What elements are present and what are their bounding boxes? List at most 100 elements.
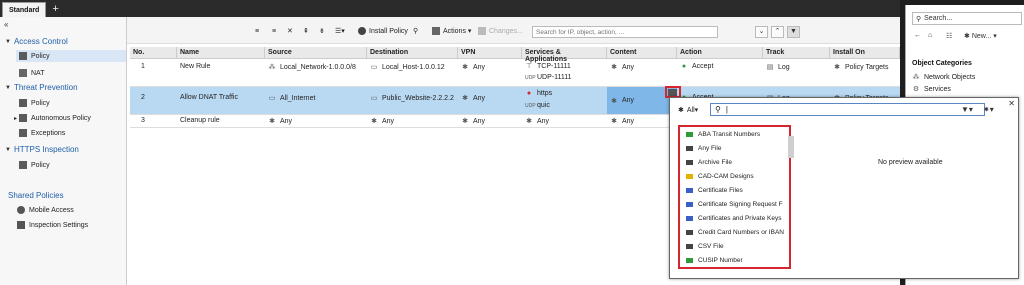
category-network-objects[interactable]: ⁂ Network Objects: [912, 73, 976, 82]
content-search-input[interactable]: ⚲ |: [710, 103, 985, 116]
section-https-inspection[interactable]: ▼ HTTPS Inspection: [5, 145, 79, 154]
section-menu-icon[interactable]: ☰▾: [335, 26, 345, 36]
gear-icon: [17, 206, 25, 214]
close-icon[interactable]: ✕: [1008, 99, 1015, 108]
search-down-button[interactable]: ⌄: [755, 26, 768, 38]
search-caret: |: [725, 105, 728, 114]
rule-service-1[interactable]: ● https: [525, 90, 552, 97]
rule-name[interactable]: Allow DNAT Traffic: [180, 94, 238, 101]
rule-vpn[interactable]: ✱ Any: [461, 63, 485, 72]
rulebase-search-input[interactable]: [532, 26, 718, 38]
collapse-icon[interactable]: «: [4, 20, 8, 29]
col-header-destination[interactable]: Destination: [367, 47, 458, 59]
table-row[interactable]: 1 New Rule ⁂ Local_Network-1.0.0.0/8 ▭ L…: [130, 59, 900, 87]
sidebar-item-mobile-access[interactable]: Mobile Access: [17, 206, 74, 214]
col-header-services[interactable]: Services & Applications: [522, 47, 607, 63]
section-label: HTTPS Inspection: [13, 145, 79, 154]
rule-destination[interactable]: ▭ Local_Host-1.0.0.12: [370, 63, 445, 72]
rule-content[interactable]: ✱ Any: [610, 63, 634, 72]
move-bottom-icon[interactable]: ⇟: [319, 26, 325, 36]
rule-service-label: Any: [537, 117, 550, 125]
rule-source[interactable]: ⁂ Local_Network-1.0.0.0/8: [268, 63, 356, 72]
filter-all-dropdown[interactable]: ✱ All ▾: [678, 106, 698, 115]
delete-icon[interactable]: ✕: [287, 26, 293, 36]
changes-button[interactable]: Changes...: [478, 26, 523, 36]
rule-track[interactable]: ▤ Log: [766, 63, 790, 72]
search-up-button[interactable]: ⌃: [771, 26, 784, 38]
new-label: New...: [971, 33, 992, 40]
list-item[interactable]: Certificates and Private Keys: [686, 215, 796, 222]
section-threat-prevention[interactable]: ▼ Threat Prevention: [5, 83, 78, 92]
filter-all-label: All: [686, 106, 695, 114]
rule-destination[interactable]: ▭ Public_Website-2.2.2.2: [370, 94, 454, 103]
list-scrollbar[interactable]: [788, 136, 794, 158]
col-header-name[interactable]: Name: [177, 47, 265, 59]
list-item[interactable]: CUSIP Number: [686, 257, 796, 264]
udp-icon: UDP: [525, 74, 536, 81]
sidebar-item-label: Autonomous Policy: [31, 114, 91, 122]
rule-name[interactable]: New Rule: [180, 63, 210, 70]
new-item-icon[interactable]: ✷▾: [983, 105, 994, 114]
sidebar-item-inspection-settings[interactable]: Inspection Settings: [17, 221, 88, 229]
rule-destination[interactable]: ✱ Any: [370, 117, 394, 126]
tab-standard[interactable]: Standard: [2, 2, 47, 17]
rule-track-label: Log: [778, 63, 790, 71]
section-access-control[interactable]: ▼ Access Control: [5, 37, 68, 46]
col-header-content[interactable]: Content: [607, 47, 677, 59]
actions-icon: [432, 27, 440, 35]
services-icon: ⚙: [912, 86, 920, 93]
list-item[interactable]: Any File: [686, 145, 796, 152]
rule-vpn[interactable]: ✱ Any: [461, 94, 485, 103]
back-icon[interactable]: ←: [914, 32, 921, 39]
rule-name[interactable]: Cleanup rule: [180, 117, 220, 124]
sidebar-item-exceptions[interactable]: Exceptions: [19, 129, 65, 137]
chevron-right-icon: ▸: [14, 115, 18, 122]
rule-source[interactable]: ✱ Any: [268, 117, 292, 126]
col-header-no[interactable]: No.: [130, 47, 177, 59]
sidebar-item-https-policy[interactable]: Policy: [19, 161, 50, 169]
add-tab-button[interactable]: +: [46, 2, 64, 17]
new-object-button[interactable]: ✱ New... ▾: [964, 32, 997, 40]
sidebar-item-autonomous-policy[interactable]: ▸ Autonomous Policy: [14, 114, 91, 122]
rule-service-1[interactable]: ⊤ TCP-11111: [525, 62, 571, 71]
object-search-input[interactable]: ⚲ Search...: [912, 12, 1022, 25]
col-header-track[interactable]: Track: [763, 47, 830, 59]
rule-service-1[interactable]: ✱ Any: [525, 117, 550, 126]
rule-install-on[interactable]: ✱ Policy Targets: [833, 63, 889, 72]
col-header-install-on[interactable]: Install On: [830, 47, 900, 59]
list-item[interactable]: CSV File: [686, 243, 796, 250]
home-icon[interactable]: ⌂: [928, 32, 932, 39]
filter-button[interactable]: ▼: [787, 26, 800, 38]
category-services[interactable]: ⚙ Services: [912, 85, 951, 94]
list-item[interactable]: Archive File: [686, 159, 796, 166]
sidebar-item-threat-policy[interactable]: Policy: [19, 99, 50, 107]
list-view-icon[interactable]: ☷: [946, 32, 952, 40]
https-icon: ●: [526, 90, 532, 97]
rule-source[interactable]: ▭ All_Internet: [268, 94, 316, 103]
list-item[interactable]: Certificate Signing Request F: [686, 201, 796, 208]
list-item[interactable]: Certificate Files: [686, 187, 796, 194]
add-rule-below-icon[interactable]: ≡: [272, 26, 276, 36]
actions-button[interactable]: Actions ▾: [432, 26, 471, 36]
move-top-icon[interactable]: ⇞: [303, 26, 309, 36]
rule-content[interactable]: ✱ Any: [610, 117, 634, 126]
data-type-icon: [686, 244, 693, 249]
install-policy-button[interactable]: Install Policy: [358, 26, 408, 36]
col-header-source[interactable]: Source: [265, 47, 367, 59]
sidebar-item-nat[interactable]: NAT: [19, 69, 44, 77]
col-header-action[interactable]: Action: [677, 47, 763, 59]
add-rule-above-icon[interactable]: ≡: [255, 26, 259, 36]
rule-service-2[interactable]: UDP UDP-11111: [525, 74, 572, 81]
list-item[interactable]: Credit Card Numbers or IBAN: [686, 229, 796, 236]
rule-service-2[interactable]: UDP quic: [525, 102, 550, 109]
sidebar-item-access-policy[interactable]: Policy: [16, 50, 126, 62]
rule-vpn[interactable]: ✱ Any: [461, 117, 485, 126]
list-item[interactable]: CAD-CAM Designs: [686, 173, 796, 180]
col-header-vpn[interactable]: VPN: [458, 47, 522, 59]
add-content-button[interactable]: [668, 89, 677, 96]
rule-action[interactable]: ● Accept: [680, 63, 714, 70]
binoculars-icon[interactable]: ⚲: [413, 26, 418, 36]
list-item[interactable]: ABA Transit Numbers: [686, 131, 796, 138]
rule-install-label: Policy Targets: [845, 63, 889, 71]
filter-icon[interactable]: ▼▾: [961, 105, 973, 114]
